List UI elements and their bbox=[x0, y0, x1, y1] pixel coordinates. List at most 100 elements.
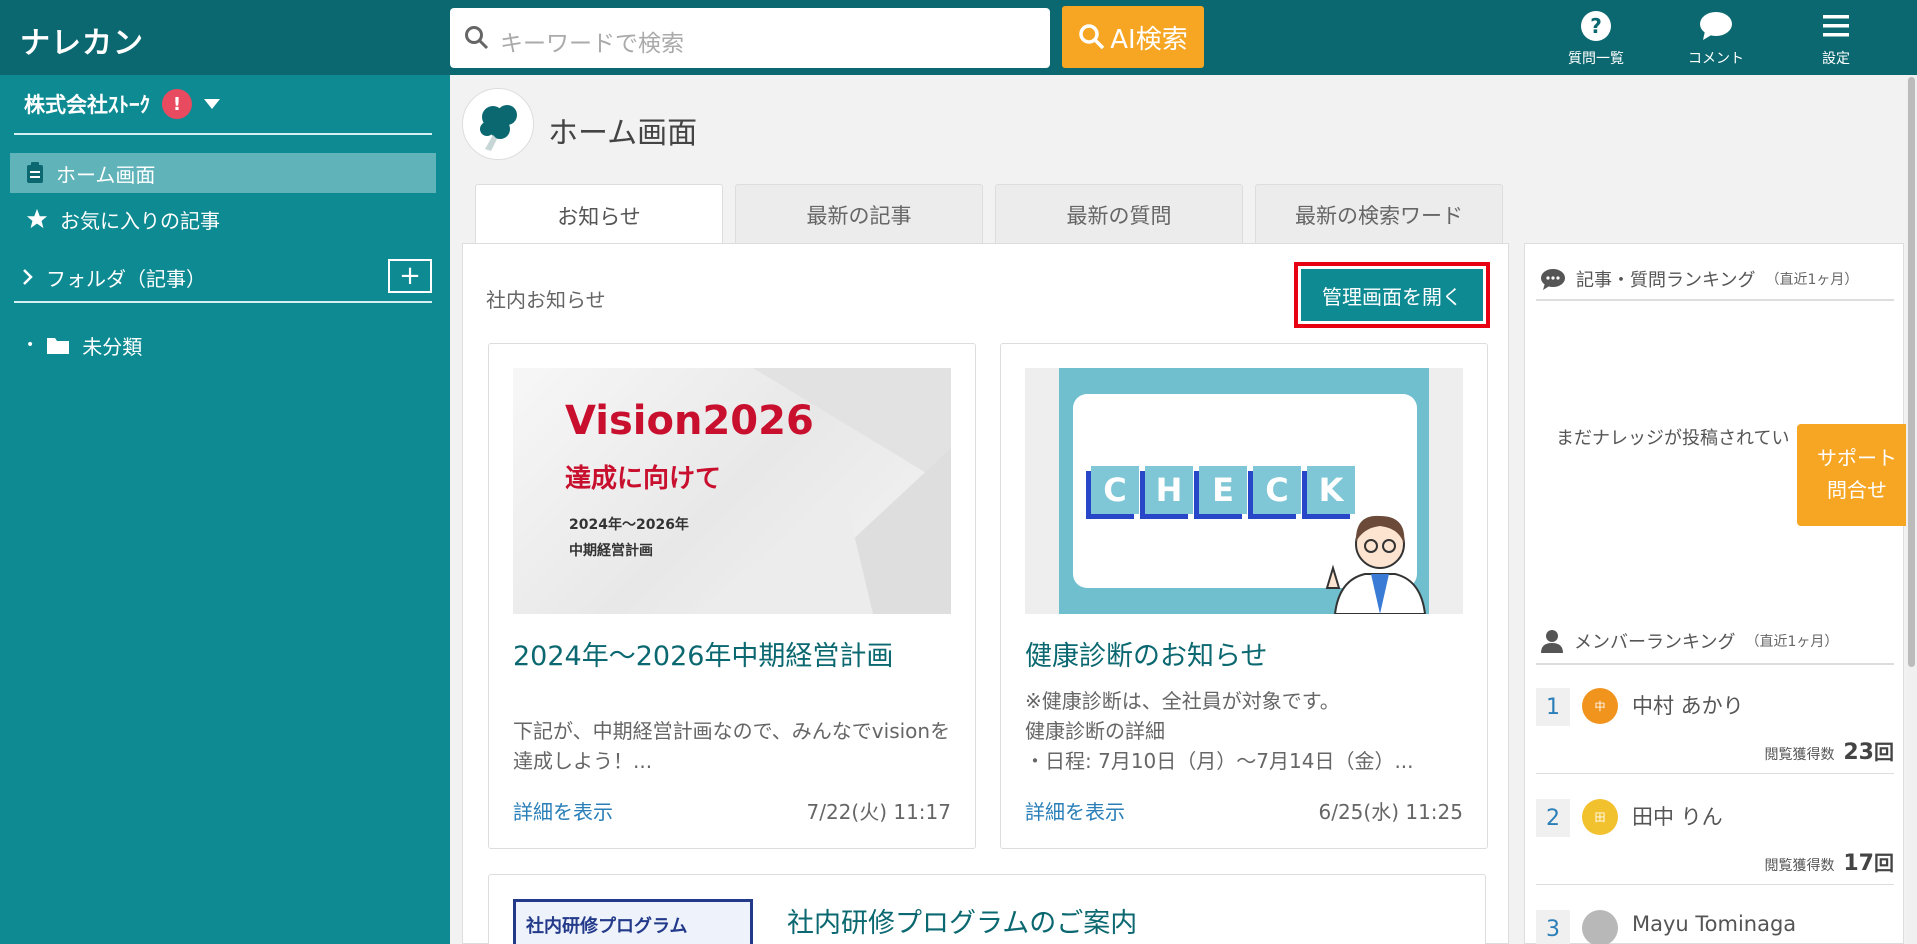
company-name: 株式会社ｽﾄｰｸ bbox=[24, 93, 150, 117]
card-title[interactable]: 健康診断のお知らせ bbox=[1025, 634, 1267, 673]
search-input[interactable]: キーワードで検索 bbox=[450, 8, 1050, 68]
ranking-period: （直近1ヶ月） bbox=[1745, 634, 1839, 650]
nav-settings-label: 設定 bbox=[1822, 51, 1850, 67]
article-ranking-header: 記事・質問ランキング （直近1ヶ月） bbox=[1540, 266, 1858, 292]
sidebar: 株式会社ｽﾄｰｸ ! ホーム画面 お気に入りの記事 フォルダ（記事） + • 未… bbox=[0, 75, 450, 944]
chat-icon bbox=[1541, 269, 1565, 290]
scrollbar[interactable] bbox=[1906, 75, 1917, 944]
member-name: 田中 りん bbox=[1632, 805, 1723, 829]
divider bbox=[14, 133, 432, 135]
view-count: 閲覧獲得数 23回 bbox=[1764, 736, 1894, 765]
chevron-down-icon bbox=[204, 99, 220, 109]
scrollbar-thumb[interactable] bbox=[1908, 77, 1915, 667]
support-label: 問合せ bbox=[1827, 478, 1887, 502]
avatar bbox=[1582, 910, 1618, 944]
card-date: 7/22(火) 11:17 bbox=[806, 800, 951, 824]
nav-questions[interactable]: ? 質問一覧 bbox=[1546, 8, 1646, 68]
thumb-line: 中期経営計画 bbox=[569, 543, 653, 559]
member-ranking-header: メンバーランキング （直近1ヶ月） bbox=[1540, 628, 1838, 654]
search-icon bbox=[1079, 24, 1105, 50]
thumb-line: 2024年～2026年 bbox=[569, 517, 689, 533]
ai-search-label: AI検索 bbox=[1110, 24, 1188, 55]
sidebar-item-label: お気に入りの記事 bbox=[60, 208, 220, 233]
folder-label: 未分類 bbox=[82, 334, 143, 359]
sidebar-item-home[interactable]: ホーム画面 bbox=[10, 153, 436, 193]
bullet: • bbox=[26, 337, 35, 353]
notice-card[interactable]: C H E C K 健康診断のお知らせ ※健康診断は、全社員が対象です。 健康診… bbox=[1000, 343, 1488, 849]
thumb-text: 社内研修プログラム bbox=[526, 916, 688, 937]
card-thumbnail: Vision2026 達成に向けて 2024年～2026年 中期経営計画 bbox=[513, 368, 951, 614]
alert-badge: ! bbox=[162, 89, 192, 119]
support-contact-button[interactable]: サポート 問合せ bbox=[1797, 424, 1917, 526]
member-name: Mayu Tominaga bbox=[1632, 912, 1797, 936]
ranking-period: （直近1ヶ月） bbox=[1765, 272, 1859, 288]
tab-latest-questions[interactable]: 最新の質問 bbox=[995, 184, 1243, 244]
folder-item-uncategorized[interactable]: • 未分類 bbox=[10, 325, 436, 365]
sidebar-item-label: ホーム画面 bbox=[56, 162, 156, 187]
notice-card[interactable]: Vision2026 達成に向けて 2024年～2026年 中期経営計画 202… bbox=[488, 343, 976, 849]
nav-settings[interactable]: 設定 bbox=[1786, 8, 1886, 68]
section-title: 社内お知らせ bbox=[486, 288, 606, 312]
folder-icon bbox=[47, 338, 70, 354]
comment-icon bbox=[1700, 12, 1732, 40]
open-admin-button[interactable]: 管理画面を開く bbox=[1294, 262, 1490, 328]
card-date: 6/25(水) 11:25 bbox=[1318, 800, 1463, 824]
clipboard-icon bbox=[27, 162, 43, 183]
show-details-link[interactable]: 詳細を表示 bbox=[1025, 796, 1125, 825]
thumb-subtitle: 達成に向けて bbox=[565, 464, 722, 494]
add-folder-button[interactable]: + bbox=[388, 259, 432, 293]
star-icon bbox=[26, 208, 48, 229]
count-value: 23 bbox=[1843, 740, 1874, 765]
ai-search-button[interactable]: AI検索 bbox=[1062, 6, 1204, 68]
ranking-title: メンバーランキング bbox=[1574, 632, 1736, 653]
company-selector[interactable]: 株式会社ｽﾄｰｸ ! bbox=[24, 89, 220, 119]
count-label: 閲覧獲得数 bbox=[1764, 747, 1835, 763]
show-details-link[interactable]: 詳細を表示 bbox=[513, 796, 613, 825]
user-icon bbox=[1541, 630, 1563, 653]
avatar: 田 bbox=[1582, 799, 1618, 835]
avatar: 中 bbox=[1582, 688, 1618, 724]
rank-number: 2 bbox=[1536, 799, 1570, 837]
thumb-title: Vision2026 bbox=[565, 398, 814, 444]
search-icon bbox=[465, 26, 489, 50]
open-admin-label: 管理画面を開く bbox=[1301, 269, 1483, 321]
tab-notices[interactable]: お知らせ bbox=[475, 184, 723, 246]
count-unit: 回 bbox=[1874, 851, 1894, 875]
notice-card[interactable]: 社内研修プログラム 社内研修プログラムのご案内 bbox=[488, 874, 1486, 944]
question-icon: ? bbox=[1581, 11, 1611, 41]
sidebar-item-favorites[interactable]: お気に入りの記事 bbox=[10, 199, 436, 239]
member-ranking-row[interactable]: 3 Mayu Tominaga bbox=[1536, 886, 1894, 944]
chevron-right-icon bbox=[23, 269, 33, 285]
count-unit: 回 bbox=[1874, 740, 1894, 764]
tab-latest-articles[interactable]: 最新の記事 bbox=[735, 184, 983, 244]
check-letter: H bbox=[1145, 466, 1193, 514]
count-value: 17 bbox=[1843, 851, 1874, 876]
top-header: ナレカン キーワードで検索 AI検索 ? 質問一覧 コメント 設定 bbox=[0, 0, 1917, 75]
member-name: 中村 あかり bbox=[1632, 694, 1744, 718]
divider bbox=[14, 301, 432, 303]
app-logo[interactable]: ナレカン bbox=[20, 18, 144, 62]
card-description: 下記が、中期経営計画なので、みんなでvisionを達成しよう！... bbox=[513, 719, 951, 773]
nav-comments[interactable]: コメント bbox=[1666, 8, 1766, 68]
nav-questions-label: 質問一覧 bbox=[1568, 51, 1624, 67]
member-ranking-row[interactable]: 1 中 中村 あかり 閲覧獲得数 23回 bbox=[1536, 664, 1894, 774]
divider bbox=[1536, 299, 1894, 301]
page-title: ホーム画面 bbox=[548, 116, 698, 151]
ranking-title: 記事・質問ランキング bbox=[1576, 270, 1756, 291]
support-label: サポート bbox=[1817, 446, 1897, 470]
check-letter: E bbox=[1199, 466, 1247, 514]
tab-latest-search-words[interactable]: 最新の検索ワード bbox=[1255, 184, 1503, 244]
check-letter: C bbox=[1253, 466, 1301, 514]
card-thumbnail: 社内研修プログラム bbox=[513, 899, 753, 944]
view-count: 閲覧獲得数 17回 bbox=[1764, 847, 1894, 876]
folder-section-toggle[interactable]: フォルダ（記事） bbox=[6, 257, 432, 297]
empty-ranking-message: まだナレッジが投稿されてい bbox=[1556, 428, 1790, 449]
card-title[interactable]: 2024年～2026年中期経営計画 bbox=[513, 634, 893, 673]
member-ranking-row[interactable]: 2 田 田中 りん 閲覧獲得数 17回 bbox=[1536, 775, 1894, 885]
card-description: ※健康診断は、全社員が対象です。 健康診断の詳細 ・日程: 7月10日（月）～7… bbox=[1025, 689, 1414, 773]
rank-number: 1 bbox=[1536, 688, 1570, 726]
doctor-illustration bbox=[1325, 515, 1427, 614]
card-title[interactable]: 社内研修プログラムのご案内 bbox=[787, 901, 1137, 940]
menu-icon bbox=[1823, 15, 1849, 37]
nav-comments-label: コメント bbox=[1688, 51, 1744, 67]
